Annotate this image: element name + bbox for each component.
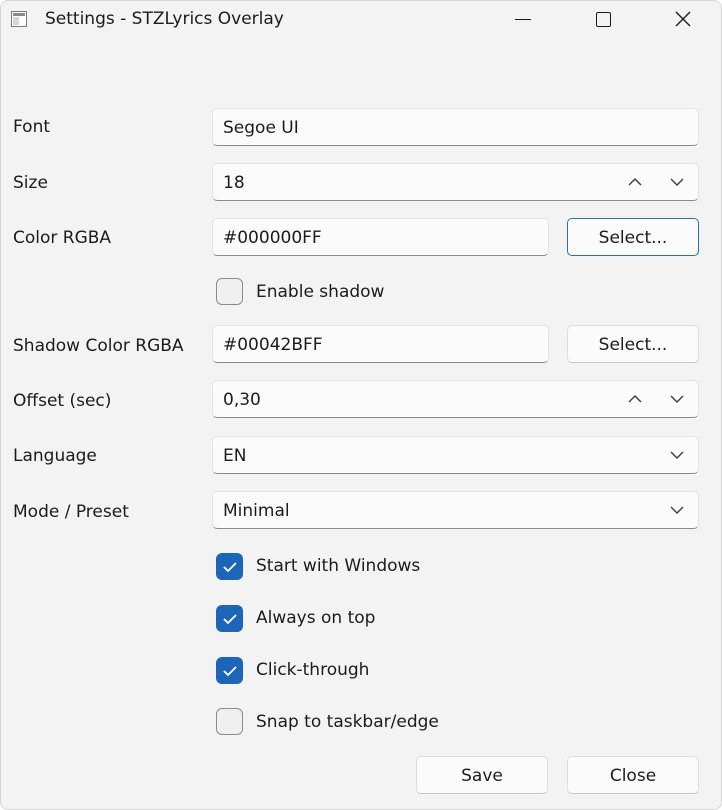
- shadow-color-select-button[interactable]: Select...: [567, 325, 699, 363]
- checkmark-icon: [222, 561, 237, 572]
- size-decrement-button[interactable]: [667, 172, 687, 192]
- always-on-top-label: Always on top: [256, 608, 376, 628]
- color-label: Color RGBA: [13, 228, 112, 248]
- chevron-up-icon: [628, 178, 642, 186]
- minimize-button[interactable]: [500, 1, 546, 37]
- start-with-windows-label: Start with Windows: [256, 556, 421, 576]
- size-increment-button[interactable]: [625, 172, 645, 192]
- chevron-down-icon: [670, 451, 684, 459]
- snap-to-taskbar-checkbox[interactable]: [216, 708, 243, 735]
- minimize-icon: [515, 18, 531, 20]
- chevron-down-icon: [670, 178, 684, 186]
- offset-increment-button[interactable]: [625, 389, 645, 409]
- shadow-color-label: Shadow Color RGBA: [13, 336, 184, 356]
- close-button[interactable]: Close: [567, 756, 699, 794]
- checkmark-icon: [222, 613, 237, 624]
- language-label: Language: [13, 446, 97, 466]
- color-select-button[interactable]: Select...: [567, 218, 699, 256]
- enable-shadow-checkbox[interactable]: [216, 278, 243, 305]
- mode-label: Mode / Preset: [13, 502, 129, 522]
- chevron-down-icon: [670, 395, 684, 403]
- close-icon: [675, 11, 691, 27]
- title-bar[interactable]: Settings - STZLyrics Overlay: [1, 1, 721, 39]
- mode-dropdown[interactable]: Minimal: [212, 491, 699, 529]
- close-window-button[interactable]: [660, 1, 706, 37]
- language-dropdown[interactable]: EN: [212, 436, 699, 474]
- size-value: 18: [223, 173, 245, 193]
- settings-window: Settings - STZLyrics Overlay Font Segoe …: [0, 0, 722, 810]
- offset-spinbox[interactable]: 0,30: [212, 380, 699, 418]
- offset-decrement-button[interactable]: [667, 389, 687, 409]
- enable-shadow-label: Enable shadow: [256, 282, 385, 302]
- color-input[interactable]: #000000FF: [212, 218, 549, 256]
- size-spinbox[interactable]: 18: [212, 163, 699, 201]
- chevron-up-icon: [628, 395, 642, 403]
- shadow-color-input[interactable]: #00042BFF: [212, 325, 549, 363]
- maximize-icon: [595, 11, 611, 27]
- click-through-checkbox[interactable]: [216, 657, 243, 684]
- app-window-icon: [11, 11, 27, 27]
- language-dropdown-arrow[interactable]: [667, 445, 687, 465]
- checkmark-icon: [222, 665, 237, 676]
- shadow-color-value: #00042BFF: [223, 335, 323, 355]
- click-through-label: Click-through: [256, 660, 370, 680]
- language-value: EN: [223, 446, 247, 466]
- maximize-button[interactable]: [580, 1, 626, 37]
- size-label: Size: [13, 173, 48, 193]
- offset-label: Offset (sec): [13, 391, 112, 411]
- font-value: Segoe UI: [223, 118, 299, 138]
- mode-dropdown-arrow[interactable]: [667, 500, 687, 520]
- snap-to-taskbar-label: Snap to taskbar/edge: [256, 712, 439, 732]
- font-label: Font: [13, 117, 51, 137]
- window-title: Settings - STZLyrics Overlay: [45, 9, 284, 29]
- color-value: #000000FF: [223, 228, 322, 248]
- always-on-top-checkbox[interactable]: [216, 605, 243, 632]
- chevron-down-icon: [670, 506, 684, 514]
- save-button[interactable]: Save: [416, 756, 548, 794]
- offset-value: 0,30: [223, 390, 261, 410]
- mode-value: Minimal: [223, 501, 290, 521]
- start-with-windows-checkbox[interactable]: [216, 553, 243, 580]
- font-input[interactable]: Segoe UI: [212, 108, 699, 146]
